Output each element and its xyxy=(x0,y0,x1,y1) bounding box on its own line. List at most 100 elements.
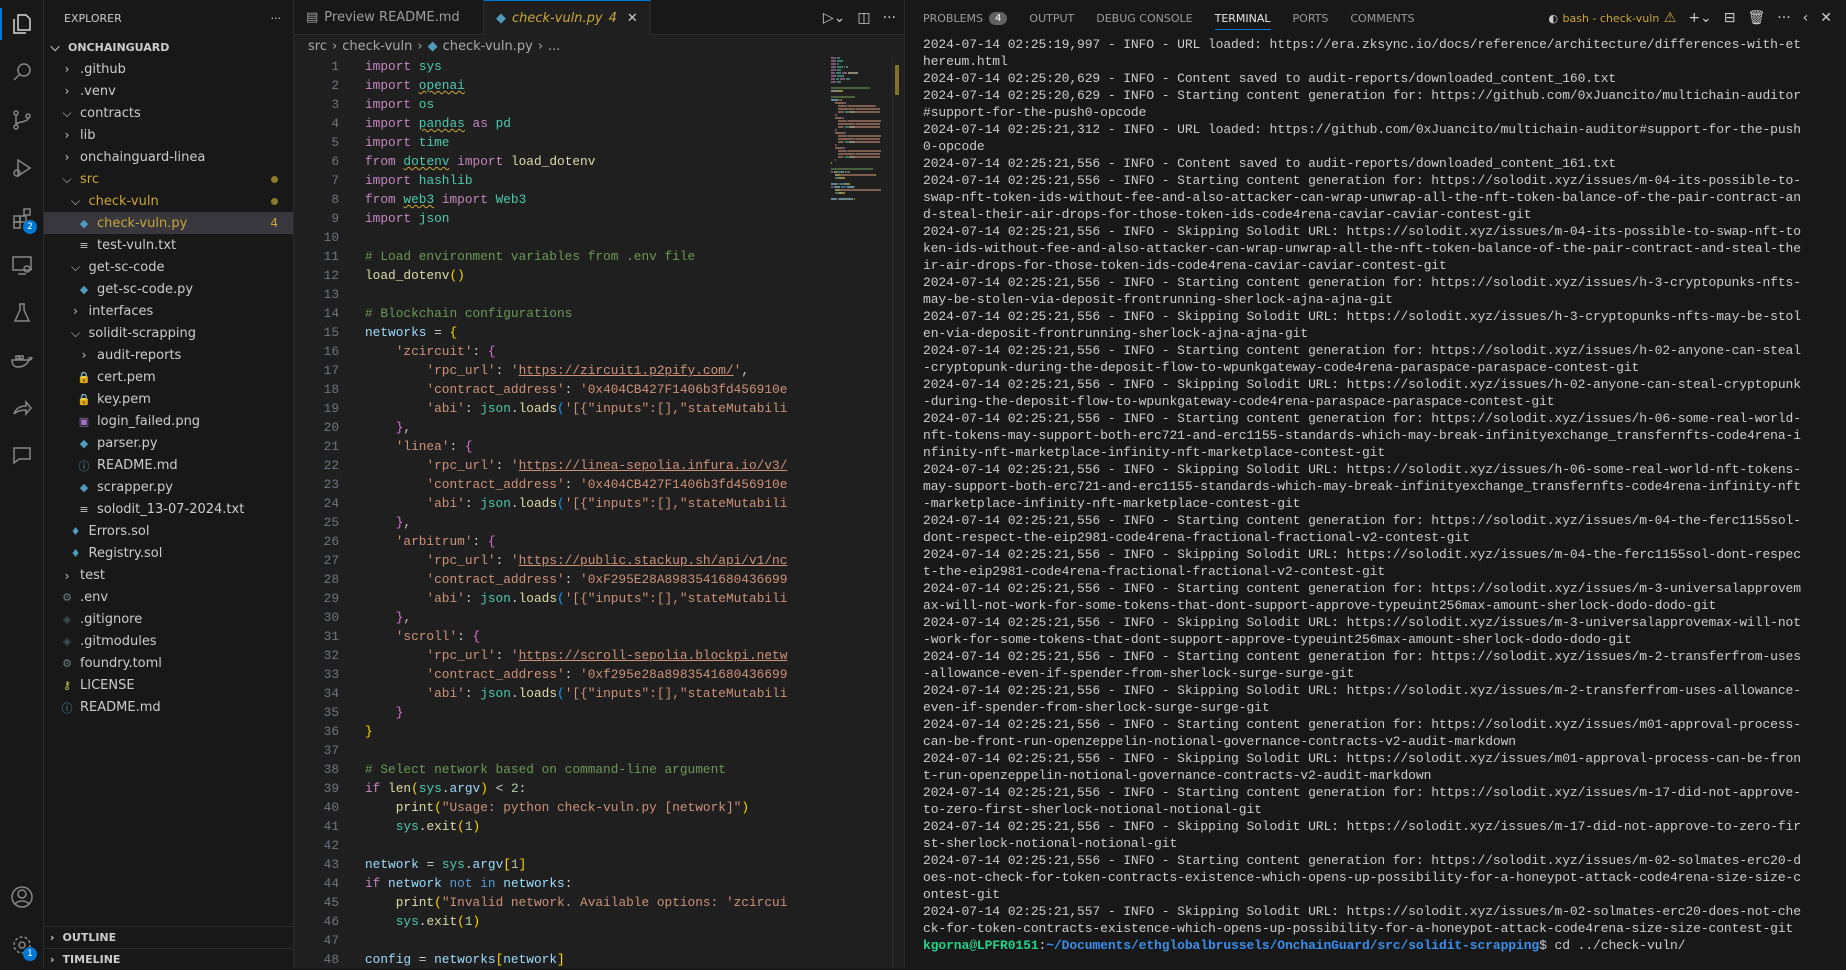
breadcrumb-item[interactable]: ... xyxy=(548,39,560,54)
code-line[interactable]: 2 import openai xyxy=(294,76,831,95)
tree-item[interactable]: ◆ parser.py xyxy=(44,433,293,455)
tree-item[interactable]: › test xyxy=(44,565,293,587)
timeline-section[interactable]: › TIMELINE xyxy=(44,948,293,970)
code-line[interactable]: 35 } xyxy=(294,703,831,722)
code-line[interactable]: 33 'contract_address': '0xf295e28a898354… xyxy=(294,665,831,684)
code-line[interactable]: 37 xyxy=(294,741,831,760)
tree-item[interactable]: ⓘ README.md xyxy=(44,455,293,477)
code-line[interactable]: 18 'contract_address': '0x404CB427F1406b… xyxy=(294,380,831,399)
code-editor[interactable]: 1 import sys 2 import openai 3 import os 4 impo… xyxy=(294,57,831,968)
tree-item[interactable]: › interfaces xyxy=(44,300,293,322)
code-line[interactable]: 12 load_dotenv() xyxy=(294,266,831,285)
code-line[interactable]: 41 sys.exit(1) xyxy=(294,817,831,836)
tab-comments[interactable]: COMMENTS xyxy=(1350,0,1414,36)
source-control-icon[interactable] xyxy=(0,102,44,138)
code-line[interactable]: 8 from web3 import Web3 xyxy=(294,190,831,209)
code-line[interactable]: 11 # Load environment variables from .env… xyxy=(294,247,831,266)
tree-item[interactable]: ⚙ .env xyxy=(44,587,293,609)
code-line[interactable]: 48 config = networks[network] xyxy=(294,950,831,968)
code-line[interactable]: 1 import sys xyxy=(294,57,831,76)
live-share-icon[interactable] xyxy=(0,390,44,426)
code-line[interactable]: 26 'arbitrum': { xyxy=(294,532,831,551)
tab-ports[interactable]: PORTS xyxy=(1293,0,1329,36)
code-line[interactable]: 4 import pandas as pd xyxy=(294,114,831,133)
code-line[interactable]: 21 'linea': { xyxy=(294,437,831,456)
code-line[interactable]: 43 network = sys.argv[1] xyxy=(294,855,831,874)
breadcrumb-item[interactable]: src xyxy=(308,39,327,54)
tree-item[interactable]: › audit-reports xyxy=(44,344,293,366)
code-line[interactable]: 3 import os xyxy=(294,95,831,114)
code-line[interactable]: 15 networks = { xyxy=(294,323,831,342)
tree-item[interactable]: ◈ .gitignore xyxy=(44,609,293,631)
tree-item[interactable]: ▣ login_failed.png xyxy=(44,410,293,432)
tree-item[interactable]: ≡ solodit_13-07-2024.txt xyxy=(44,499,293,521)
code-line[interactable]: 16 'zcircuit': { xyxy=(294,342,831,361)
tree-item[interactable]: › .github xyxy=(44,58,293,80)
code-line[interactable]: 36} xyxy=(294,722,831,741)
more-actions-icon[interactable]: ··· xyxy=(883,10,896,26)
outline-section[interactable]: › OUTLINE xyxy=(44,926,293,948)
code-line[interactable]: 10 xyxy=(294,228,831,247)
code-line[interactable]: 44 if network not in networks: xyxy=(294,874,831,893)
remote-explorer-icon[interactable] xyxy=(0,247,44,283)
code-line[interactable]: 28 'contract_address': '0xF295E28A898354… xyxy=(294,570,831,589)
tab-preview-readme[interactable]: ▤ Preview README.md xyxy=(294,0,484,35)
code-line[interactable]: 27 'rpc_url': 'https://public.stackup.sh… xyxy=(294,551,831,570)
code-line[interactable]: 6 from dotenv import load_dotenv xyxy=(294,152,831,171)
tree-item[interactable]: ≡ test-vuln.txt xyxy=(44,234,293,256)
tab-check-vuln-py[interactable]: ◆ check-vuln.py 4 ✕ xyxy=(484,0,651,35)
close-panel-icon[interactable]: ✕ xyxy=(1820,10,1832,26)
code-line[interactable]: 5 import time xyxy=(294,133,831,152)
chevron-left-icon[interactable]: ‹ xyxy=(1803,10,1809,26)
testing-icon[interactable] xyxy=(0,295,44,331)
tree-item[interactable]: ♦ Errors.sol xyxy=(44,521,293,543)
tree-item[interactable]: ⚙ foundry.toml xyxy=(44,653,293,675)
code-line[interactable]: 24 'abi': json.loads('[{"inputs":[],"sta… xyxy=(294,494,831,513)
extensions-icon[interactable]: 2 xyxy=(0,200,44,236)
code-line[interactable]: 17 'rpc_url': 'https://zircuit1.p2pify.c… xyxy=(294,361,831,380)
tab-terminal[interactable]: TERMINAL xyxy=(1214,0,1271,36)
code-line[interactable]: 20 }, xyxy=(294,418,831,437)
code-line[interactable]: 22 'rpc_url': 'https://linea-sepolia.inf… xyxy=(294,456,831,475)
tab-output[interactable]: OUTPUT xyxy=(1029,0,1074,36)
explorer-icon[interactable] xyxy=(0,6,44,42)
split-editor-icon[interactable]: ◫ xyxy=(857,10,870,26)
workspace-root[interactable]: ⌵ ONCHAINGUARD xyxy=(44,36,293,58)
tree-item[interactable]: ◆ get-sc-code.py xyxy=(44,278,293,300)
breadcrumb-item[interactable]: check-vuln xyxy=(342,39,412,54)
terminal-output[interactable]: 2024-07-14 02:25:19,997 - INFO - URL loa… xyxy=(923,36,1843,954)
code-line[interactable]: 46 sys.exit(1) xyxy=(294,912,831,931)
comments-icon[interactable] xyxy=(0,437,44,473)
editor-scrollbar[interactable] xyxy=(892,57,904,968)
code-line[interactable]: 34 'abi': json.loads('[{"inputs":[],"sta… xyxy=(294,684,831,703)
breadcrumb-item[interactable]: check-vuln.py xyxy=(443,39,533,54)
tree-item[interactable]: › .venv xyxy=(44,80,293,102)
code-line[interactable]: 32 'rpc_url': 'https://scroll-sepolia.bl… xyxy=(294,646,831,665)
close-tab-icon[interactable]: ✕ xyxy=(627,11,638,26)
tree-item[interactable]: ⌵ src xyxy=(44,168,293,190)
code-line[interactable]: 42 xyxy=(294,836,831,855)
code-line[interactable]: 19 'abi': json.loads('[{"inputs":[],"sta… xyxy=(294,399,831,418)
tree-item[interactable]: 🔒 key.pem xyxy=(44,388,293,410)
tree-item[interactable]: ⓘ README.md xyxy=(44,697,293,719)
code-line[interactable]: 31 'scroll': { xyxy=(294,627,831,646)
code-line[interactable]: 13 xyxy=(294,285,831,304)
tree-item[interactable]: ⌵ contracts xyxy=(44,102,293,124)
code-line[interactable]: 47 xyxy=(294,931,831,950)
run-debug-icon[interactable] xyxy=(0,150,44,186)
code-line[interactable]: 38 # Select network based on command-line… xyxy=(294,760,831,779)
code-line[interactable]: 9 import json xyxy=(294,209,831,228)
code-line[interactable]: 30 }, xyxy=(294,608,831,627)
more-actions-icon[interactable]: ··· xyxy=(1777,10,1790,26)
tree-item[interactable]: ♦ Registry.sol xyxy=(44,543,293,565)
tree-item[interactable]: ◈ .gitmodules xyxy=(44,631,293,653)
new-terminal-icon[interactable]: +⌄ xyxy=(1688,10,1711,26)
tree-item[interactable]: ◆ check-vuln.py 4 xyxy=(44,212,293,235)
trash-icon[interactable]: 🗑 xyxy=(1748,10,1766,26)
code-line[interactable]: 14 # Blockchain configurations xyxy=(294,304,831,323)
tree-item[interactable]: ⌵ get-sc-code xyxy=(44,256,293,278)
code-line[interactable]: 23 'contract_address': '0x404CB427F1406b… xyxy=(294,475,831,494)
code-line[interactable]: 40 print("Usage: python check-vuln.py [n… xyxy=(294,798,831,817)
code-line[interactable]: 29 'abi': json.loads('[{"inputs":[],"sta… xyxy=(294,589,831,608)
tree-item[interactable]: 🔒 cert.pem xyxy=(44,366,293,388)
